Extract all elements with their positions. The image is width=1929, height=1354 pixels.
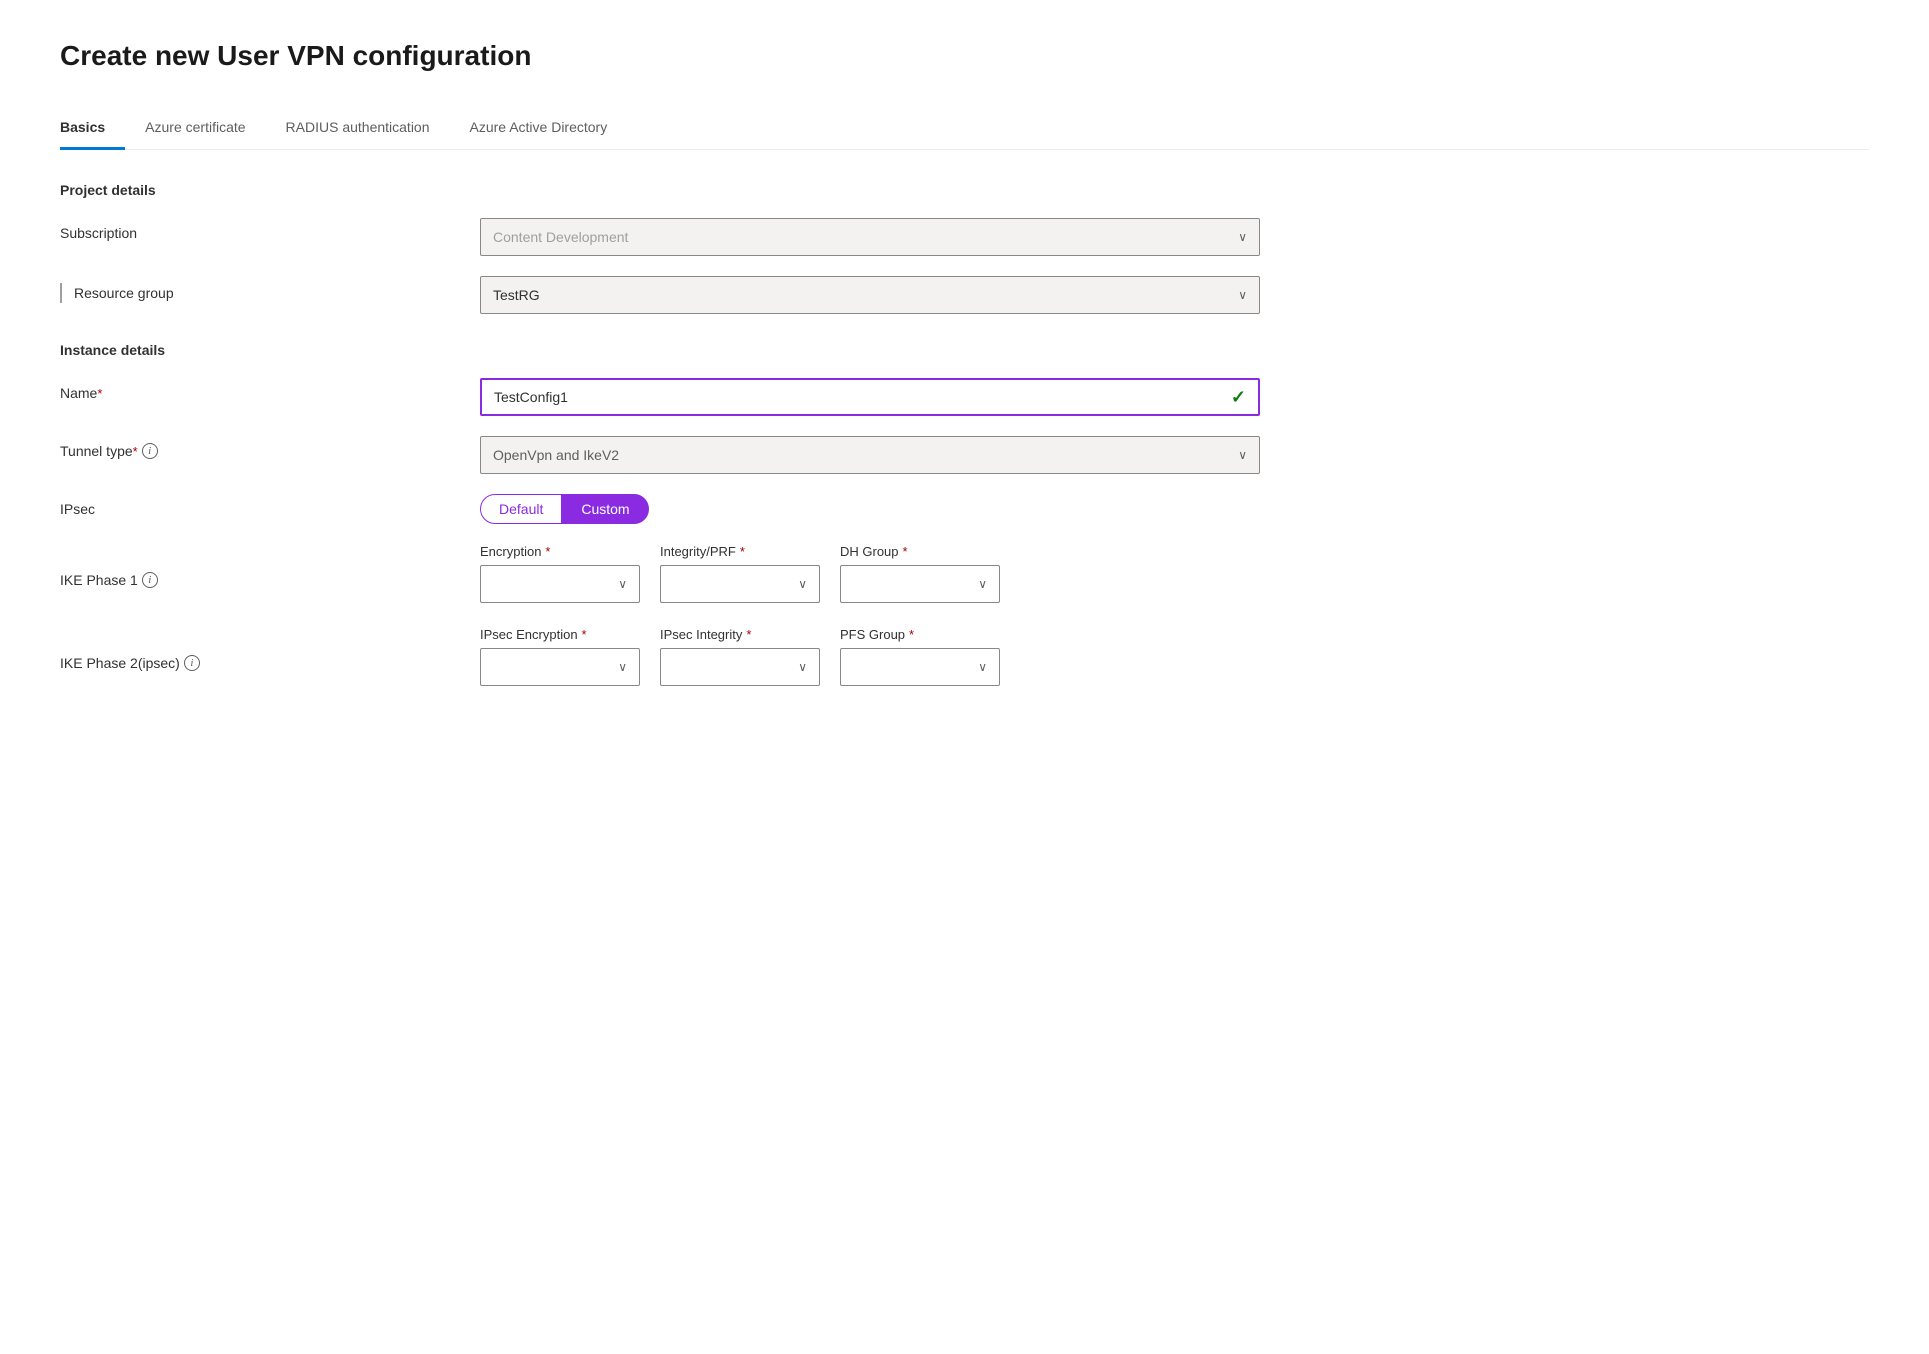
ike-phase2-row: IKE Phase 2(ipsec) i IPsec Encryption * … <box>60 627 1869 686</box>
resource-group-label: Resource group <box>74 285 174 301</box>
project-details-header: Project details <box>60 182 1869 198</box>
integrity-prf-arrow: ∨ <box>798 577 807 591</box>
integrity-prf-field-group: Integrity/PRF * ∨ <box>660 544 820 603</box>
ipsec-integrity-label: IPsec Integrity <box>660 627 742 642</box>
project-details-section: Project details Subscription Content Dev… <box>60 182 1869 314</box>
name-input[interactable]: TestConfig1 ✓ <box>480 378 1260 416</box>
encryption-required-star: * <box>545 544 550 559</box>
ike-phase2-fields: IPsec Encryption * ∨ IPsec Integrity * ∨ <box>480 627 1869 686</box>
name-label: Name <box>60 385 97 401</box>
subscription-dropdown[interactable]: Content Development ∨ <box>480 218 1260 256</box>
subscription-label: Subscription <box>60 225 137 241</box>
subscription-row: Subscription Content Development ∨ <box>60 218 1869 256</box>
ipsec-default-button[interactable]: Default <box>480 494 562 524</box>
pfs-group-label: PFS Group <box>840 627 905 642</box>
ike-phase1-info-icon[interactable]: i <box>142 572 158 588</box>
resource-group-input-col: TestRG ∨ <box>480 276 1869 314</box>
dh-group-required-star: * <box>903 544 908 559</box>
ipsec-toggle-col: Default Custom <box>480 494 1869 524</box>
subscription-input-col: Content Development ∨ <box>480 218 1869 256</box>
encryption-field-group: Encryption * ∨ <box>480 544 640 603</box>
tunnel-type-required-star: * <box>133 444 138 459</box>
name-required-star: * <box>97 386 102 401</box>
ipsec-toggle-group: Default Custom <box>480 494 1869 524</box>
name-row: Name * TestConfig1 ✓ <box>60 378 1869 416</box>
subscription-value: Content Development <box>493 229 628 245</box>
tunnel-type-dropdown-arrow: ∨ <box>1238 448 1247 462</box>
pfs-group-field-group: PFS Group * ∨ <box>840 627 1000 686</box>
tabs-nav: Basics Azure certificate RADIUS authenti… <box>60 108 1869 150</box>
tunnel-type-input-col: OpenVpn and IkeV2 ∨ <box>480 436 1869 474</box>
indent-line <box>60 283 62 303</box>
subscription-dropdown-arrow: ∨ <box>1238 230 1247 244</box>
instance-details-section: Instance details Name * TestConfig1 ✓ Tu… <box>60 342 1869 686</box>
dh-group-field-group: DH Group * ∨ <box>840 544 1000 603</box>
ipsec-encryption-label: IPsec Encryption <box>480 627 578 642</box>
page-title: Create new User VPN configuration <box>60 40 1869 72</box>
ipsec-label: IPsec <box>60 501 95 517</box>
tunnel-type-info-icon[interactable]: i <box>142 443 158 459</box>
ike-phase2-info-icon[interactable]: i <box>184 655 200 671</box>
tunnel-type-value: OpenVpn and IkeV2 <box>493 447 619 463</box>
name-checkmark-icon: ✓ <box>1231 387 1246 408</box>
integrity-prf-dropdown[interactable]: ∨ <box>660 565 820 603</box>
tunnel-type-dropdown[interactable]: OpenVpn and IkeV2 ∨ <box>480 436 1260 474</box>
resource-group-row: Resource group TestRG ∨ <box>60 276 1869 314</box>
tunnel-type-label: Tunnel type <box>60 443 133 459</box>
pfs-group-arrow: ∨ <box>978 660 987 674</box>
tab-azure-certificate[interactable]: Azure certificate <box>145 109 265 150</box>
ipsec-integrity-field-group: IPsec Integrity * ∨ <box>660 627 820 686</box>
ipsec-custom-button[interactable]: Custom <box>562 494 648 524</box>
encryption-dropdown[interactable]: ∨ <box>480 565 640 603</box>
instance-details-header: Instance details <box>60 342 1869 358</box>
pfs-group-required-star: * <box>909 627 914 642</box>
resource-group-dropdown-arrow: ∨ <box>1238 288 1247 302</box>
tunnel-type-row: Tunnel type * i OpenVpn and IkeV2 ∨ <box>60 436 1869 474</box>
dh-group-arrow: ∨ <box>978 577 987 591</box>
ike-phase1-label: IKE Phase 1 <box>60 572 138 588</box>
dh-group-label: DH Group <box>840 544 899 559</box>
resource-group-value: TestRG <box>493 287 540 303</box>
ipsec-integrity-dropdown[interactable]: ∨ <box>660 648 820 686</box>
ike-phase1-fields: Encryption * ∨ Integrity/PRF * ∨ <box>480 544 1869 603</box>
ike-phase2-label: IKE Phase 2(ipsec) <box>60 655 180 671</box>
pfs-group-dropdown[interactable]: ∨ <box>840 648 1000 686</box>
name-value: TestConfig1 <box>494 389 568 405</box>
ipsec-encryption-arrow: ∨ <box>618 660 627 674</box>
dh-group-dropdown[interactable]: ∨ <box>840 565 1000 603</box>
ipsec-integrity-arrow: ∨ <box>798 660 807 674</box>
ipsec-row: IPsec Default Custom <box>60 494 1869 524</box>
encryption-label: Encryption <box>480 544 541 559</box>
ike-phase1-row: IKE Phase 1 i Encryption * ∨ Integrity/P… <box>60 544 1869 603</box>
encryption-arrow: ∨ <box>618 577 627 591</box>
ipsec-encryption-dropdown[interactable]: ∨ <box>480 648 640 686</box>
resource-group-dropdown[interactable]: TestRG ∨ <box>480 276 1260 314</box>
integrity-prf-required-star: * <box>740 544 745 559</box>
tab-azure-active-directory[interactable]: Azure Active Directory <box>470 109 628 150</box>
integrity-prf-label: Integrity/PRF <box>660 544 736 559</box>
tab-radius-authentication[interactable]: RADIUS authentication <box>286 109 450 150</box>
name-input-col: TestConfig1 ✓ <box>480 378 1869 416</box>
ipsec-encryption-field-group: IPsec Encryption * ∨ <box>480 627 640 686</box>
ipsec-integrity-required-star: * <box>746 627 751 642</box>
tab-basics[interactable]: Basics <box>60 109 125 150</box>
ipsec-encryption-required-star: * <box>582 627 587 642</box>
